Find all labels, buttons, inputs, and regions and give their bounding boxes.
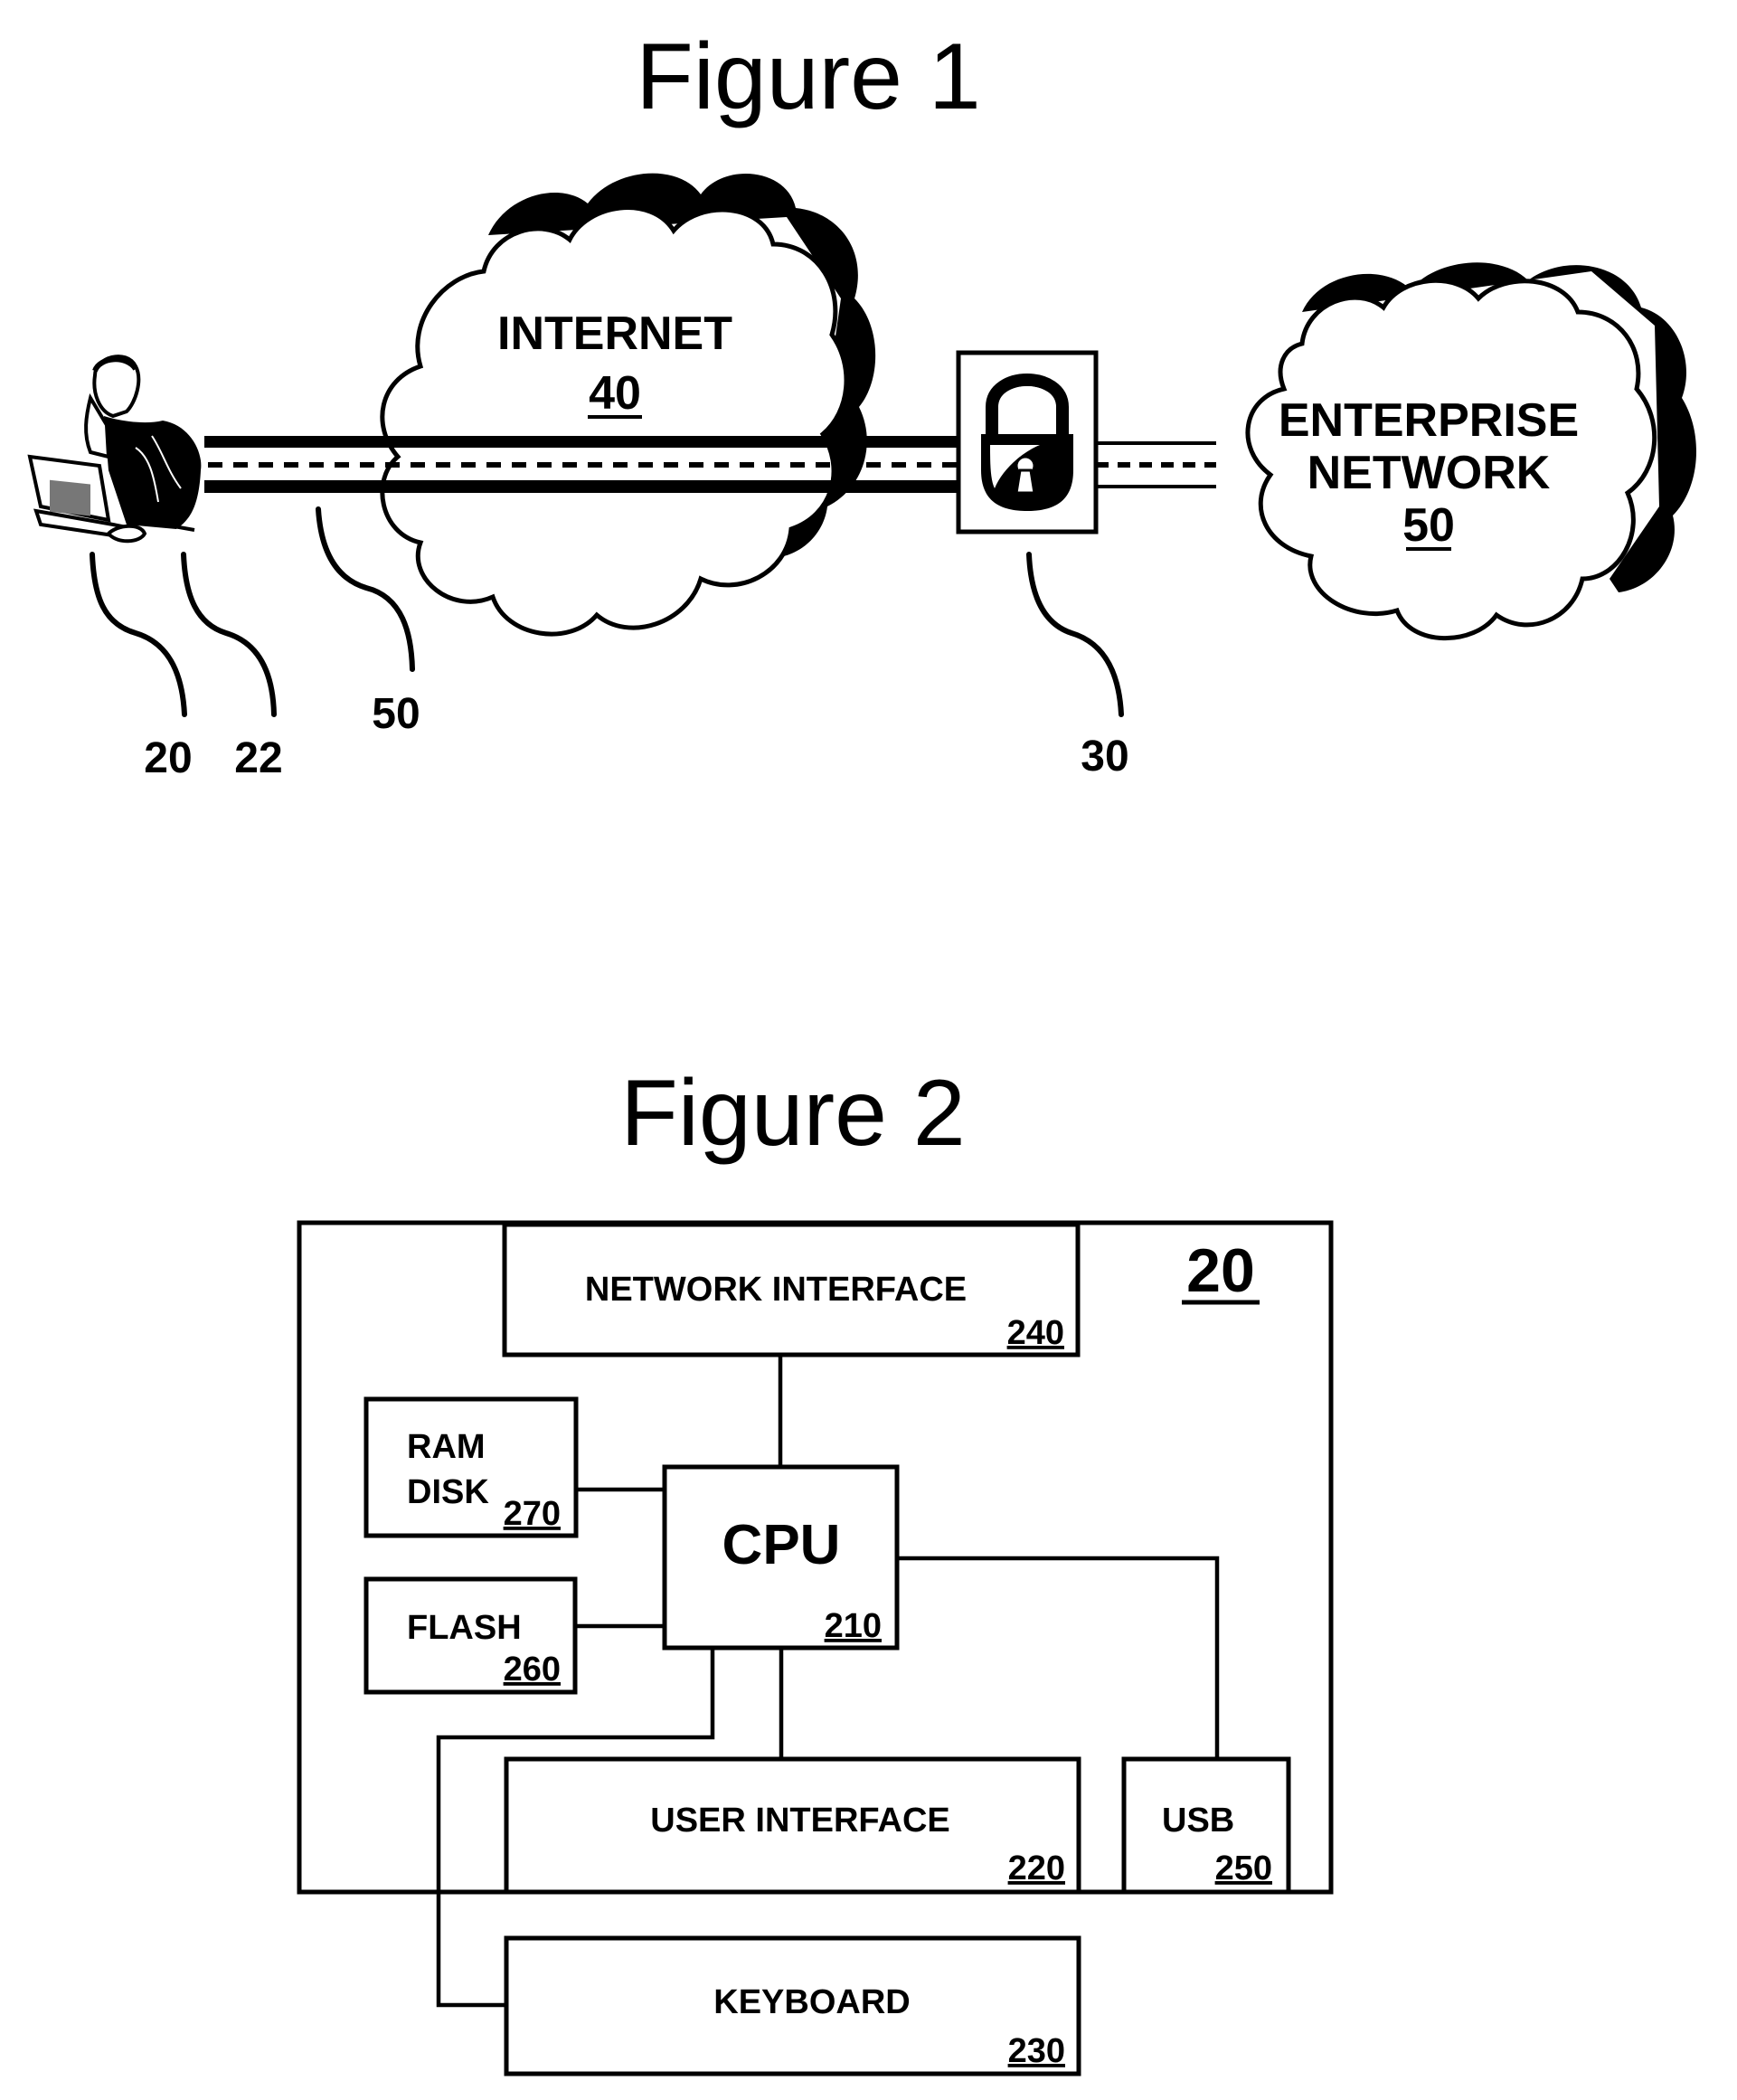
internet-cloud-body xyxy=(380,205,849,637)
figure-1: Figure 1 INTERNET 40 ENTERPRISE NETWORK … xyxy=(27,24,1697,782)
internet-label: INTERNET xyxy=(497,307,732,360)
keyboard-label: KEYBOARD xyxy=(713,1983,910,2021)
usb-ref: 250 xyxy=(1215,1849,1272,1887)
ref-label-20: 20 xyxy=(144,734,192,782)
enterprise-cloud: ENTERPRISE NETWORK 50 xyxy=(1245,262,1697,641)
keyboard-block[interactable]: KEYBOARD 230 xyxy=(504,1935,1081,2076)
cpu-label: CPU xyxy=(722,1514,841,1576)
ref-label-22: 22 xyxy=(234,734,282,782)
flash-label: FLASH xyxy=(407,1609,522,1647)
leader-20 xyxy=(90,552,187,717)
vpn-gateway[interactable] xyxy=(956,350,1099,534)
system-ref: 20 xyxy=(1186,1236,1255,1305)
lan-link xyxy=(1094,441,1216,488)
cpu-ref: 210 xyxy=(825,1607,882,1645)
ref-label-50: 50 xyxy=(372,690,420,738)
usb-label: USB xyxy=(1162,1802,1234,1840)
network-interface-label: NETWORK INTERFACE xyxy=(585,1271,967,1309)
figure-2: Figure 2 20 NETWORK INTERFACE 240 RAM DI… xyxy=(297,1061,1334,2076)
network-interface-block[interactable]: NETWORK INTERFACE 240 xyxy=(502,1222,1081,1357)
keyboard-ref: 230 xyxy=(1008,2032,1065,2070)
internet-ref: 40 xyxy=(589,367,641,420)
internet-cloud: INTERNET 40 xyxy=(380,173,876,637)
leader-22 xyxy=(181,552,277,717)
user-interface-label: USER INTERFACE xyxy=(650,1802,949,1840)
ram-disk-block[interactable]: RAM DISK 270 xyxy=(363,1396,579,1538)
tunnel-bottom-rail xyxy=(204,480,960,493)
flash-ref: 260 xyxy=(504,1651,561,1689)
ram-disk-label-line2: DISK xyxy=(407,1473,489,1511)
enterprise-ref: 50 xyxy=(1402,499,1455,552)
leader-30 xyxy=(1026,552,1124,717)
user-at-laptop-icon[interactable] xyxy=(27,355,202,544)
patent-drawing: Figure 1 INTERNET 40 ENTERPRISE NETWORK … xyxy=(27,24,1697,2076)
user-interface-block[interactable]: USER INTERFACE 220 xyxy=(504,1756,1081,1895)
enterprise-label-line1: ENTERPRISE xyxy=(1279,394,1579,447)
usb-block[interactable]: USB 250 xyxy=(1121,1756,1291,1895)
flash-block[interactable]: FLASH 260 xyxy=(363,1576,578,1695)
user-interface-ref: 220 xyxy=(1008,1849,1065,1887)
figure-1-title: Figure 1 xyxy=(636,24,981,129)
figure-2-title: Figure 2 xyxy=(620,1061,966,1166)
ref-label-30: 30 xyxy=(1081,733,1128,780)
network-interface-ref: 240 xyxy=(1007,1314,1064,1352)
tunnel-top-rail xyxy=(204,436,960,448)
enterprise-label-line2: NETWORK xyxy=(1307,447,1551,499)
cpu-block[interactable]: CPU 210 xyxy=(662,1464,900,1651)
wire-cpu-usb xyxy=(897,1556,1220,1759)
ram-disk-label-line1: RAM xyxy=(407,1428,486,1466)
ram-disk-ref: 270 xyxy=(504,1495,561,1533)
